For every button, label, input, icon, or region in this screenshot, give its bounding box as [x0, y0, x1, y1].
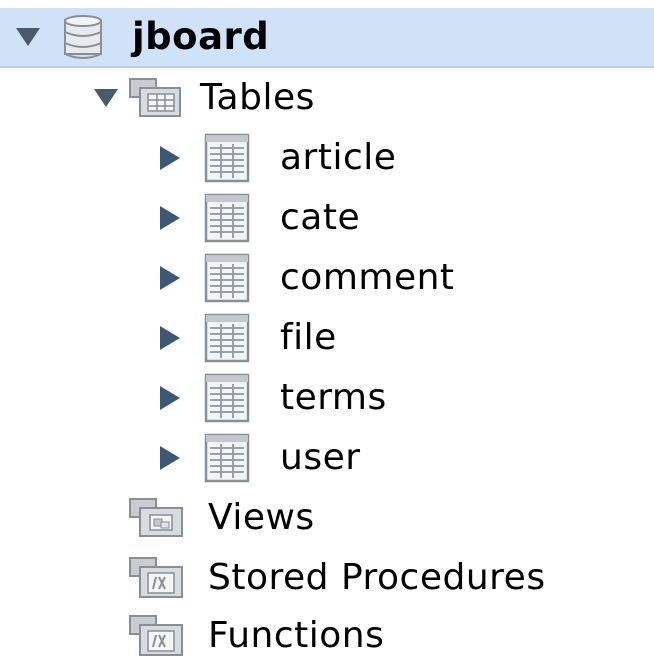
views-group-label: Views	[208, 497, 315, 538]
schema-name: jboard	[132, 15, 270, 58]
table-icon	[204, 433, 250, 483]
folder-views-icon	[128, 496, 186, 540]
tree-node-functions[interactable]: Functions	[0, 606, 654, 660]
expand-right-arrow-icon[interactable]	[160, 146, 180, 170]
expand-right-arrow-icon[interactable]	[160, 266, 180, 290]
tree-node-tables[interactable]: Tables	[0, 68, 654, 128]
table-name: terms	[280, 377, 387, 418]
expand-right-arrow-icon[interactable]	[160, 386, 180, 410]
expand-right-arrow-icon[interactable]	[160, 206, 180, 230]
tree-node-views[interactable]: Views	[0, 488, 654, 548]
table-name: cate	[280, 197, 361, 238]
folder-procedures-icon	[128, 555, 186, 601]
functions-group-label: Functions	[208, 615, 385, 656]
tree-node-table[interactable]: terms	[0, 368, 654, 428]
tree-node-schema[interactable]: jboard	[0, 8, 654, 68]
folder-functions-icon	[128, 613, 186, 659]
folder-tables-icon	[128, 76, 184, 120]
table-icon	[204, 373, 250, 423]
expand-down-arrow-icon[interactable]	[94, 89, 118, 107]
tree-node-table[interactable]: article	[0, 128, 654, 188]
table-name: file	[280, 317, 337, 358]
expand-right-arrow-icon[interactable]	[160, 326, 180, 350]
stored-procedures-group-label: Stored Procedures	[208, 557, 546, 598]
tree-node-table[interactable]: comment	[0, 248, 654, 308]
table-icon	[204, 193, 250, 243]
expand-right-arrow-icon[interactable]	[160, 446, 180, 470]
tree-node-table[interactable]: user	[0, 428, 654, 488]
table-name: article	[280, 137, 397, 178]
tree-node-table[interactable]: file	[0, 308, 654, 368]
tree-node-stored-procedures[interactable]: Stored Procedures	[0, 548, 654, 608]
tables-group-label: Tables	[200, 77, 315, 118]
table-icon	[204, 253, 250, 303]
table-name: comment	[280, 257, 455, 298]
expand-down-arrow-icon[interactable]	[16, 28, 40, 46]
table-name: user	[280, 437, 361, 478]
schema-tree: jboard Tables article cate comment file …	[0, 0, 654, 660]
database-icon	[62, 14, 104, 60]
table-icon	[204, 133, 250, 183]
tree-node-table[interactable]: cate	[0, 188, 654, 248]
table-icon	[204, 313, 250, 363]
